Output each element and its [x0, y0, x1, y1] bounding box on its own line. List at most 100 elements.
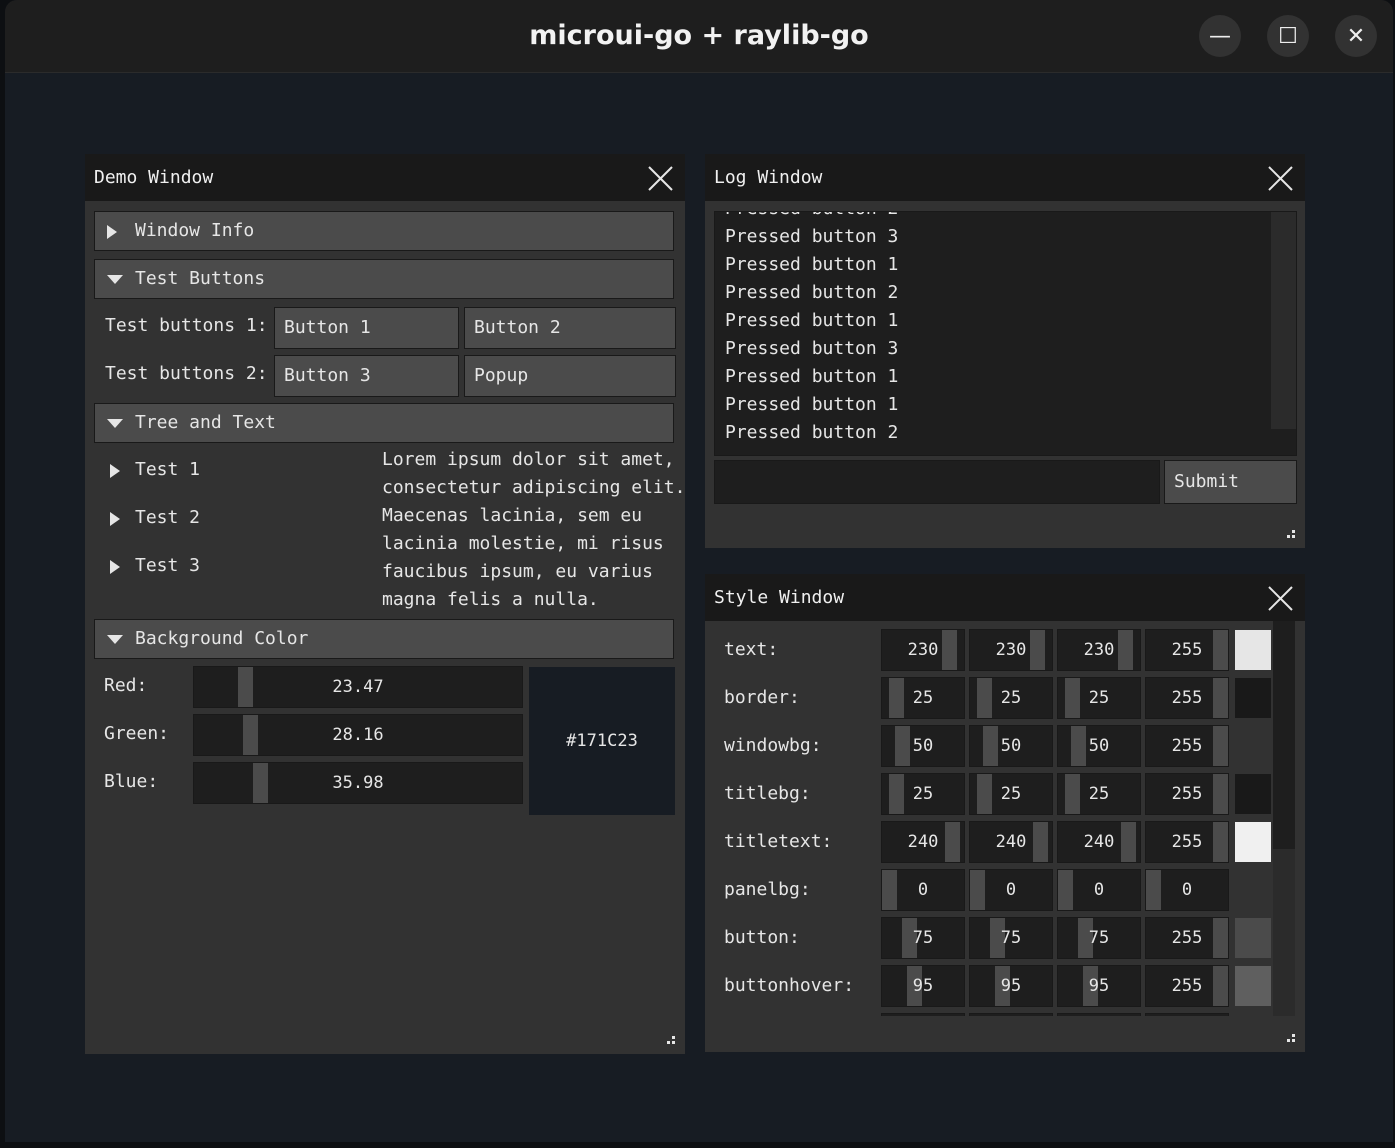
style-slider[interactable]: 0	[881, 869, 965, 911]
demo-window-title[interactable]: Demo Window	[85, 154, 685, 201]
style-slider[interactable]: 240	[969, 821, 1053, 863]
style-slider[interactable]: 255	[1145, 917, 1229, 959]
close-icon[interactable]	[1268, 166, 1293, 191]
slider-value: 0	[1181, 880, 1193, 900]
style-slider[interactable]: 75	[1057, 917, 1141, 959]
style-slider[interactable]: 25	[969, 773, 1053, 815]
slider-value: 0	[1093, 880, 1105, 900]
style-slider[interactable]: 25	[881, 773, 965, 815]
style-slider[interactable]: 25	[969, 677, 1053, 719]
style-slider[interactable]: 255	[1145, 725, 1229, 767]
style-slider[interactable]: 50	[969, 725, 1053, 767]
style-slider[interactable]: 230	[1057, 629, 1141, 671]
style-slider[interactable]: 75	[969, 917, 1053, 959]
style-slider[interactable]	[969, 1013, 1053, 1016]
slider-value: 230	[1083, 640, 1115, 660]
style-slider[interactable]: 95	[881, 965, 965, 1007]
log-scrollbar[interactable]	[1271, 212, 1296, 455]
lorem-line: lacinia molestie, mi risus	[382, 533, 664, 554]
style-slider[interactable]: 75	[881, 917, 965, 959]
style-slider[interactable]: 0	[1057, 869, 1141, 911]
close-icon[interactable]	[1268, 586, 1293, 611]
style-slider[interactable]: 25	[1057, 773, 1141, 815]
style-slider[interactable]: 0	[969, 869, 1053, 911]
header-window-info[interactable]: Window Info	[94, 211, 674, 251]
style-slider[interactable]	[1057, 1013, 1141, 1016]
triangle-down-icon	[107, 635, 123, 644]
submit-button[interactable]: Submit	[1164, 460, 1297, 504]
header-background-color[interactable]: Background Color	[94, 619, 674, 659]
tree-label: Test 1	[135, 459, 201, 480]
blue-slider[interactable]: 35.98	[193, 762, 523, 804]
style-slider[interactable]: 25	[881, 677, 965, 719]
style-slider[interactable]: 255	[1145, 677, 1229, 719]
style-slider[interactable]: 50	[881, 725, 965, 767]
button-1[interactable]: Button 1	[274, 307, 459, 349]
style-slider[interactable]: 0	[1145, 869, 1229, 911]
maximize-button[interactable]: ☐	[1267, 15, 1309, 57]
slider-value: 240	[1083, 832, 1115, 852]
blue-label: Blue:	[104, 771, 159, 792]
style-row-label: panelbg:	[724, 879, 811, 900]
close-icon[interactable]	[648, 166, 673, 191]
resize-grip-icon[interactable]	[1287, 530, 1295, 538]
style-slider[interactable]: 255	[1145, 629, 1229, 671]
style-scrollbar-thumb[interactable]	[1273, 621, 1295, 849]
style-scrollbar[interactable]	[1273, 621, 1295, 1016]
app-window: microui-go + raylib-go — ☐ ✕ Demo Window…	[5, 0, 1393, 1142]
red-slider[interactable]: 23.47	[193, 666, 523, 708]
slider-value: 25	[1088, 688, 1110, 708]
slider-value: 25	[1000, 784, 1022, 804]
minimize-button[interactable]: —	[1199, 15, 1241, 57]
triangle-down-icon	[107, 275, 123, 284]
style-slider[interactable]	[881, 1013, 965, 1016]
maximize-icon: ☐	[1278, 23, 1298, 49]
log-scrollbar-thumb[interactable]	[1271, 429, 1296, 455]
style-slider[interactable]: 230	[969, 629, 1053, 671]
slider-value: 95	[912, 976, 934, 996]
log-panel[interactable]: Pressed button 2 Pressed button 3 Presse…	[714, 211, 1297, 456]
header-test-buttons[interactable]: Test Buttons	[94, 259, 674, 299]
style-slider[interactable]: 240	[1057, 821, 1141, 863]
style-window-title[interactable]: Style Window	[705, 574, 1305, 621]
test-buttons-1-label: Test buttons 1:	[105, 315, 268, 336]
log-window: Log Window Pressed button 2 Pressed butt…	[705, 154, 1305, 548]
style-row-label: border:	[724, 687, 800, 708]
green-slider[interactable]: 28.16	[193, 714, 523, 756]
style-row-label: titlebg:	[724, 783, 811, 804]
style-row-label: buttonhover:	[724, 975, 855, 996]
red-label: Red:	[104, 675, 148, 696]
tree-label: Test 3	[135, 555, 201, 576]
slider-value: 240	[907, 832, 939, 852]
style-slider[interactable]: 50	[1057, 725, 1141, 767]
resize-grip-icon[interactable]	[667, 1036, 675, 1044]
log-line: Pressed button 3	[725, 338, 899, 359]
log-input[interactable]	[714, 460, 1160, 504]
resize-grip-icon[interactable]	[1287, 1034, 1295, 1042]
style-slider[interactable]: 255	[1145, 821, 1229, 863]
close-app-button[interactable]: ✕	[1335, 15, 1377, 57]
style-slider[interactable]: 255	[1145, 773, 1229, 815]
color-swatch	[1235, 726, 1271, 766]
slider-value: 230	[907, 640, 939, 660]
style-row-label: text:	[724, 639, 779, 660]
button-2[interactable]: Button 2	[464, 307, 676, 349]
style-slider[interactable]: 95	[1057, 965, 1141, 1007]
color-swatch	[1235, 774, 1271, 814]
minimize-icon: —	[1209, 23, 1231, 49]
lorem-line: consectetur adipiscing elit.	[382, 477, 686, 498]
style-slider[interactable]: 25	[1057, 677, 1141, 719]
style-slider[interactable]: 240	[881, 821, 965, 863]
header-tree-and-text[interactable]: Tree and Text	[94, 403, 674, 443]
style-slider[interactable]: 230	[881, 629, 965, 671]
button-3[interactable]: Button 3	[274, 355, 459, 397]
log-window-title[interactable]: Log Window	[705, 154, 1305, 201]
popup-button[interactable]: Popup	[464, 355, 676, 397]
style-panel[interactable]: text: 230 230 230 255 border: 25 25 25 255 windowb…	[705, 621, 1305, 1016]
slider-value: 35.98	[332, 773, 384, 793]
style-slider[interactable]: 95	[969, 965, 1053, 1007]
style-slider[interactable]	[1145, 1013, 1229, 1016]
lorem-line: Maecenas lacinia, sem eu	[382, 505, 643, 526]
style-slider[interactable]: 255	[1145, 965, 1229, 1007]
triangle-right-icon	[110, 512, 120, 526]
